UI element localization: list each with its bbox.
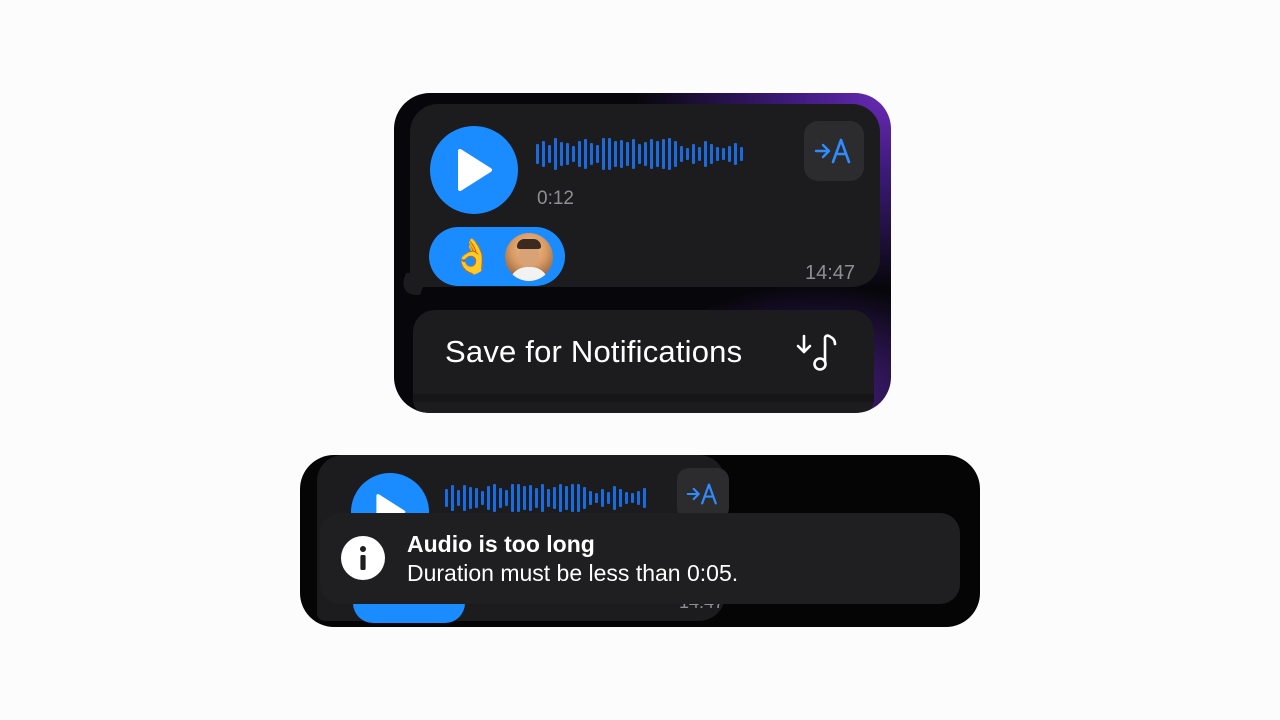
waveform-bar [589,491,592,505]
waveform-bar [517,484,520,512]
waveform-bar [740,147,743,161]
waveform-bar [577,484,580,512]
translate-icon [814,138,851,164]
transcribe-button[interactable] [804,121,864,181]
waveform-bar [451,485,454,511]
waveform-bar [547,489,550,507]
waveform-bar [680,146,683,162]
waveform-bar [469,487,472,509]
waveform-bar [619,489,622,507]
waveform-bar [632,139,635,169]
waveform-bar [656,141,659,167]
waveform-bar [554,138,557,170]
waveform-bar [571,484,574,512]
waveform-bar [608,138,611,170]
waveform-bar [463,485,466,511]
waveform-bar [559,484,562,512]
voice-message-toast-card: 14:47 Audio is too long Duration must be… [300,455,980,627]
waveform-bar [523,486,526,510]
waveform-bar [710,144,713,164]
waveform-bar [734,143,737,165]
reactor-avatar[interactable] [505,232,554,281]
waveform-bar [674,141,677,167]
waveform-bar [493,484,496,512]
voice-duration: 0:12 [537,188,574,209]
audio-waveform[interactable] [536,138,743,170]
waveform-bar [445,489,448,507]
waveform-bar [601,489,604,507]
ok-hand-reaction: 👌 [451,237,494,276]
menu-item-label: Save for Notifications [445,334,743,369]
toast-message: Duration must be less than 0:05. [407,560,739,586]
waveform-bar [631,493,634,503]
waveform-bar [626,142,629,166]
save-notification-sound-icon [796,334,837,371]
waveform-bar [578,141,581,167]
error-toast[interactable]: Audio is too long Duration must be less … [320,513,960,604]
info-icon [341,536,385,580]
waveform-bar [620,140,623,168]
waveform-bar [728,146,731,162]
waveform-bar [535,488,538,508]
waveform-bar [625,492,628,504]
waveform-bar [481,491,484,505]
waveform-bar [590,143,593,165]
waveform-bar [542,141,545,167]
waveform-bar [716,147,719,161]
waveform-bar [596,145,599,163]
waveform-bar [644,142,647,166]
waveform-bar [529,485,532,511]
waveform-bar [698,147,701,161]
menu-divider [413,394,874,402]
waveform-bar [565,486,568,510]
waveform-bar [536,144,539,164]
waveform-bar [686,148,689,160]
waveform-bar [722,148,725,160]
waveform-bar [572,146,575,162]
waveform-bar [614,141,617,167]
waveform-bar [583,487,586,509]
toast-title: Audio is too long [407,531,595,557]
waveform-bar [662,139,665,169]
waveform-bar [511,484,514,512]
play-button[interactable] [430,126,518,214]
waveform-bar [505,490,508,506]
waveform-bar [613,486,616,510]
waveform-bar [499,488,502,508]
waveform-bar [475,488,478,508]
play-icon [458,149,492,191]
waveform-bar [704,141,707,167]
waveform-bar [637,491,640,505]
audio-waveform[interactable] [445,483,646,513]
voice-message-context-card: 0:12 👌 14:47 Save for Notifications [394,93,891,413]
reaction-chip[interactable]: 👌 [429,227,565,286]
message-time: 14:47 [805,262,856,284]
waveform-bar [560,142,563,166]
waveform-bar [643,488,646,508]
waveform-bar [650,139,653,169]
voice-message-bubble[interactable]: 0:12 👌 14:47 [410,104,880,287]
waveform-bar [566,143,569,165]
waveform-bar [457,490,460,506]
translate-icon [686,483,717,505]
waveform-bar [692,144,695,164]
waveform-bar [541,484,544,512]
waveform-bar [584,139,587,169]
waveform-bar [607,492,610,504]
waveform-bar [638,144,641,164]
context-menu: Save for Notifications [413,310,874,413]
waveform-bar [602,138,605,170]
waveform-bar [487,486,490,510]
waveform-bar [548,145,551,163]
waveform-bar [553,487,556,509]
waveform-bar [668,138,671,170]
waveform-bar [595,493,598,503]
